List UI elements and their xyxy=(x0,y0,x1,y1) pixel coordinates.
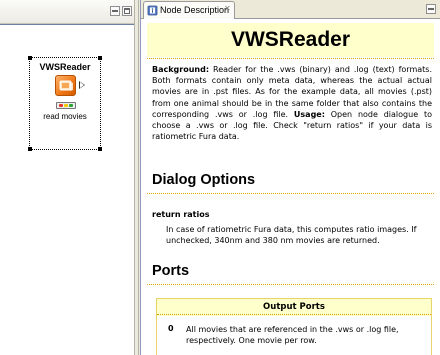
selection-handle[interactable] xyxy=(28,56,32,60)
background-label: Background: xyxy=(152,65,210,74)
selection-handle[interactable] xyxy=(98,56,102,60)
tab-node-description[interactable]: Node Description ✕ xyxy=(143,1,235,19)
node-title: VWSReader xyxy=(39,62,91,72)
page-title: VWSReader xyxy=(147,23,434,57)
description-content[interactable]: VWSReader Background: Reader for the .vw… xyxy=(141,20,437,355)
reader-node-icon[interactable] xyxy=(55,75,76,96)
info-book-icon xyxy=(147,5,158,16)
option-description: In case of ratiometric Fura data, this c… xyxy=(166,225,417,245)
output-ports-header: Output Ports xyxy=(157,299,431,315)
usage-label: Usage: xyxy=(293,109,325,119)
title-divider xyxy=(147,58,434,59)
description-paragraph: Background: Reader for the .vws (binary)… xyxy=(152,64,432,142)
close-icon[interactable]: ✕ xyxy=(224,4,231,13)
maximize-button[interactable] xyxy=(122,6,132,16)
node-label[interactable]: read movies xyxy=(30,112,100,121)
tab-label: Node Description xyxy=(160,5,230,15)
section-divider xyxy=(147,284,434,285)
dialog-options-heading: Dialog Options xyxy=(152,172,256,188)
status-red-light xyxy=(59,104,63,107)
editor-border xyxy=(0,24,134,25)
workflow-editor[interactable]: VWSReader read movies xyxy=(0,0,134,355)
status-yellow-light xyxy=(64,104,68,107)
port-description: All movies that are referenced in the .v… xyxy=(186,325,399,345)
section-divider xyxy=(147,193,434,194)
node-description-view: Node Description ✕ VWSReader Background:… xyxy=(140,0,440,355)
workflow-node[interactable]: VWSReader read movies xyxy=(28,56,102,151)
status-green-light xyxy=(69,104,73,107)
ports-heading: Ports xyxy=(152,263,190,279)
output-ports-table: Output Ports 0 All movies that are refer… xyxy=(156,298,432,355)
editor-toolbar xyxy=(0,0,134,24)
table-row: 0 All movies that are referenced in the … xyxy=(157,316,431,355)
minimize-button[interactable] xyxy=(110,6,120,16)
output-port-icon[interactable] xyxy=(79,81,85,89)
port-index: 0 xyxy=(168,324,174,333)
minimize-view-button[interactable] xyxy=(426,4,436,14)
option-name: return ratios xyxy=(152,210,210,219)
view-tab-bar: Node Description ✕ xyxy=(141,0,440,19)
selection-handle[interactable] xyxy=(28,147,32,151)
selection-handle[interactable] xyxy=(98,147,102,151)
node-status-traffic-light xyxy=(56,102,76,109)
